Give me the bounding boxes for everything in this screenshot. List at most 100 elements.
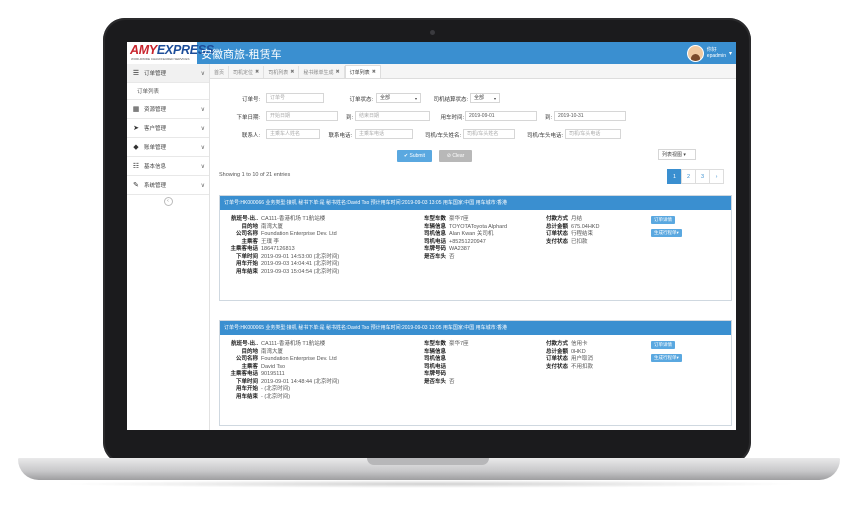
field-value: Foundation Enterprise Dev. Ltd — [261, 231, 337, 237]
field-label: 主乘客电话 — [230, 371, 258, 377]
chevron-down-icon: ∨ — [200, 70, 205, 77]
order-field: 总计金额 675.04HKD — [542, 224, 599, 232]
order-header: 订单号:HK000065 业务类型:接机 秘书下单:是 秘书姓名:David T… — [220, 321, 731, 335]
order-field: 司机信息 — [420, 356, 449, 364]
clear-button[interactable]: ⊘ Clear — [439, 150, 472, 162]
field-label: 用车结束 — [235, 393, 258, 400]
tab-bar: 首页 司机定位 ✖ 司机列表 ✖ 秘书账单生成 ✖ 订单列表 ✖ — [210, 64, 736, 79]
collapse-icon[interactable]: ‹ — [163, 196, 173, 206]
sidebar-item-customers[interactable]: ➤ 客户管理 ∨ — [127, 119, 209, 138]
user-menu[interactable]: 你好 epadmin ▾ — [686, 44, 732, 62]
field-label: 是否车头 — [423, 253, 446, 260]
close-icon[interactable]: ✖ — [290, 69, 294, 75]
tag-icon: ◆ — [133, 144, 139, 151]
order-field: 公司名称 Foundation Enterprise Dev. Ltd — [226, 231, 337, 239]
order-field: 用车开始 - (北京时间) — [226, 386, 290, 394]
entries-info: Showing 1 to 10 of 21 entries — [219, 172, 291, 178]
sidebar-item-billing[interactable]: ◆ 账单管理 ∨ — [127, 138, 209, 157]
field-label: 车型车数 — [423, 341, 446, 347]
app-title: 安徽商旅-租赁车 — [201, 49, 282, 61]
field-value: CA111-香港机场 T1航站楼 — [261, 216, 326, 222]
generate-itinerary-button[interactable]: 生成行程单▾ — [651, 229, 682, 237]
send-icon: ➤ — [133, 125, 139, 132]
contact-input[interactable]: 主乘车人姓名 — [266, 129, 320, 139]
field-label: 车牌号码 — [423, 371, 446, 377]
sidebar-item-basic-info[interactable]: ☷ 基本信息 ∨ — [127, 157, 209, 176]
field-label: 付款方式 — [545, 341, 568, 347]
tab-secretary-billing[interactable]: 秘书账单生成 ✖ — [299, 66, 345, 78]
page-3-button[interactable]: 3 — [695, 169, 710, 184]
driver-name-input[interactable]: 司机/车头姓名 — [463, 129, 515, 139]
sidebar-item-system[interactable]: ✎ 系统管理 ∨ — [127, 176, 209, 195]
field-value: +85251220947 — [449, 238, 486, 245]
field-label: 目的地 — [241, 223, 258, 230]
field-value: 行程结束 — [571, 231, 594, 237]
close-icon[interactable]: ✖ — [372, 69, 376, 75]
field-value: 不用扣款 — [571, 363, 594, 370]
driver-settle-select[interactable]: 全部 ▾ — [470, 93, 500, 103]
field-value: 否 — [449, 378, 455, 385]
page-1-button[interactable]: 1 — [667, 169, 682, 184]
order-field: 车型车数 豪华7座 — [420, 216, 469, 224]
order-field: 目的地 南湾大厦 — [226, 349, 283, 357]
contact-phone-input[interactable]: 主乘车电话 — [355, 129, 413, 139]
app-screen: AMYEXPRESS WORLDWIDE CHAUFFEURED SERVICE… — [127, 42, 736, 430]
field-value: 2019-09-03 14:04:41 (北京时间) — [261, 261, 340, 267]
order-status-select[interactable]: 全部 ▾ — [376, 93, 421, 103]
company-logo[interactable]: AMYEXPRESS WORLDWIDE CHAUFFEURED SERVICE… — [127, 42, 214, 64]
order-field: 主乘客电话 90195111 — [226, 371, 284, 379]
sidebar-subitem-order-list[interactable]: 订单列表 — [127, 83, 209, 100]
field-label: 航班号-出.. — [231, 341, 258, 347]
order-detail-button[interactable]: 订单详情 — [651, 341, 675, 349]
driver-phone-input[interactable]: 司机/车头电话 — [565, 129, 621, 139]
tab-driver-list[interactable]: 司机列表 ✖ — [264, 66, 300, 78]
use-time-from-input[interactable]: 2019-09-01 — [465, 111, 537, 121]
field-label: 下单时间 — [235, 253, 258, 260]
sidebar-item-resources[interactable]: ▦ 资源管理 ∨ — [127, 100, 209, 119]
sidebar-item-orders[interactable]: ☰ 订单管理 ∨ — [127, 64, 209, 83]
end-date-input[interactable]: 结束日期 — [355, 111, 430, 121]
generate-itinerary-button[interactable]: 生成行程单▾ — [651, 354, 682, 362]
avatar[interactable] — [686, 44, 704, 62]
caret-down-icon: ▾ — [414, 96, 417, 101]
order-field: 总计金额 0HKD — [542, 349, 586, 357]
order-detail-button[interactable]: 订单详情 — [651, 216, 675, 224]
use-time-label: 用车时间: — [440, 115, 464, 121]
pagination: 1 2 3 › — [667, 169, 724, 184]
close-icon[interactable]: ✖ — [335, 69, 339, 75]
field-label: 用车开始 — [235, 386, 258, 392]
field-label: 下单时间 — [235, 378, 258, 385]
field-label: 主乘客 — [241, 238, 258, 245]
order-field: 主乘客 David Tso — [226, 364, 285, 372]
caret-down-icon[interactable]: ▾ — [729, 50, 732, 57]
sidebar-collapse[interactable]: ‹ — [127, 195, 209, 207]
field-label: 订单状态 — [545, 356, 568, 362]
use-time-to-input[interactable]: 2019-10-31 — [554, 111, 626, 121]
tab-driver-location[interactable]: 司机定位 ✖ — [229, 66, 265, 78]
close-icon[interactable]: ✖ — [255, 69, 259, 75]
field-value: CA111-香港机场 T1航站楼 — [261, 341, 326, 347]
field-value: 2019-09-03 15:04:54 (北京时间) — [261, 268, 340, 275]
order-field: 支付状态 已扣款 — [542, 239, 588, 247]
field-label: 总计金额 — [545, 348, 568, 355]
start-date-input[interactable]: 开始日期 — [266, 111, 338, 121]
chevron-down-icon: ∨ — [200, 106, 205, 113]
field-value: David Tso — [261, 363, 286, 370]
tab-home[interactable]: 首页 — [210, 66, 230, 78]
field-value: - (北京时间) — [261, 386, 291, 392]
order-no-label: 订单号: — [241, 97, 260, 103]
camera-dot — [430, 30, 435, 35]
laptop-shadow — [60, 480, 800, 488]
order-status-label: 订单状态: — [349, 97, 373, 103]
to-label-2: 到: — [544, 115, 552, 121]
order-field: 下单时间 2019-09-01 14:53:00 (北京时间) — [226, 254, 339, 262]
submit-button[interactable]: ✔ Submit — [397, 150, 432, 162]
view-select[interactable]: 列表视图 ▾ — [658, 149, 696, 160]
contact-phone-label: 联系电话: — [328, 133, 352, 139]
order-field: 用车结束 2019-09-03 15:04:54 (北京时间) — [226, 269, 339, 277]
page-2-button[interactable]: 2 — [681, 169, 696, 184]
field-value: 豪华7座 — [449, 341, 469, 347]
order-no-input[interactable]: 订单号 — [266, 93, 324, 103]
tab-order-list[interactable]: 订单列表 ✖ — [344, 65, 381, 78]
next-page-button[interactable]: › — [709, 169, 724, 184]
